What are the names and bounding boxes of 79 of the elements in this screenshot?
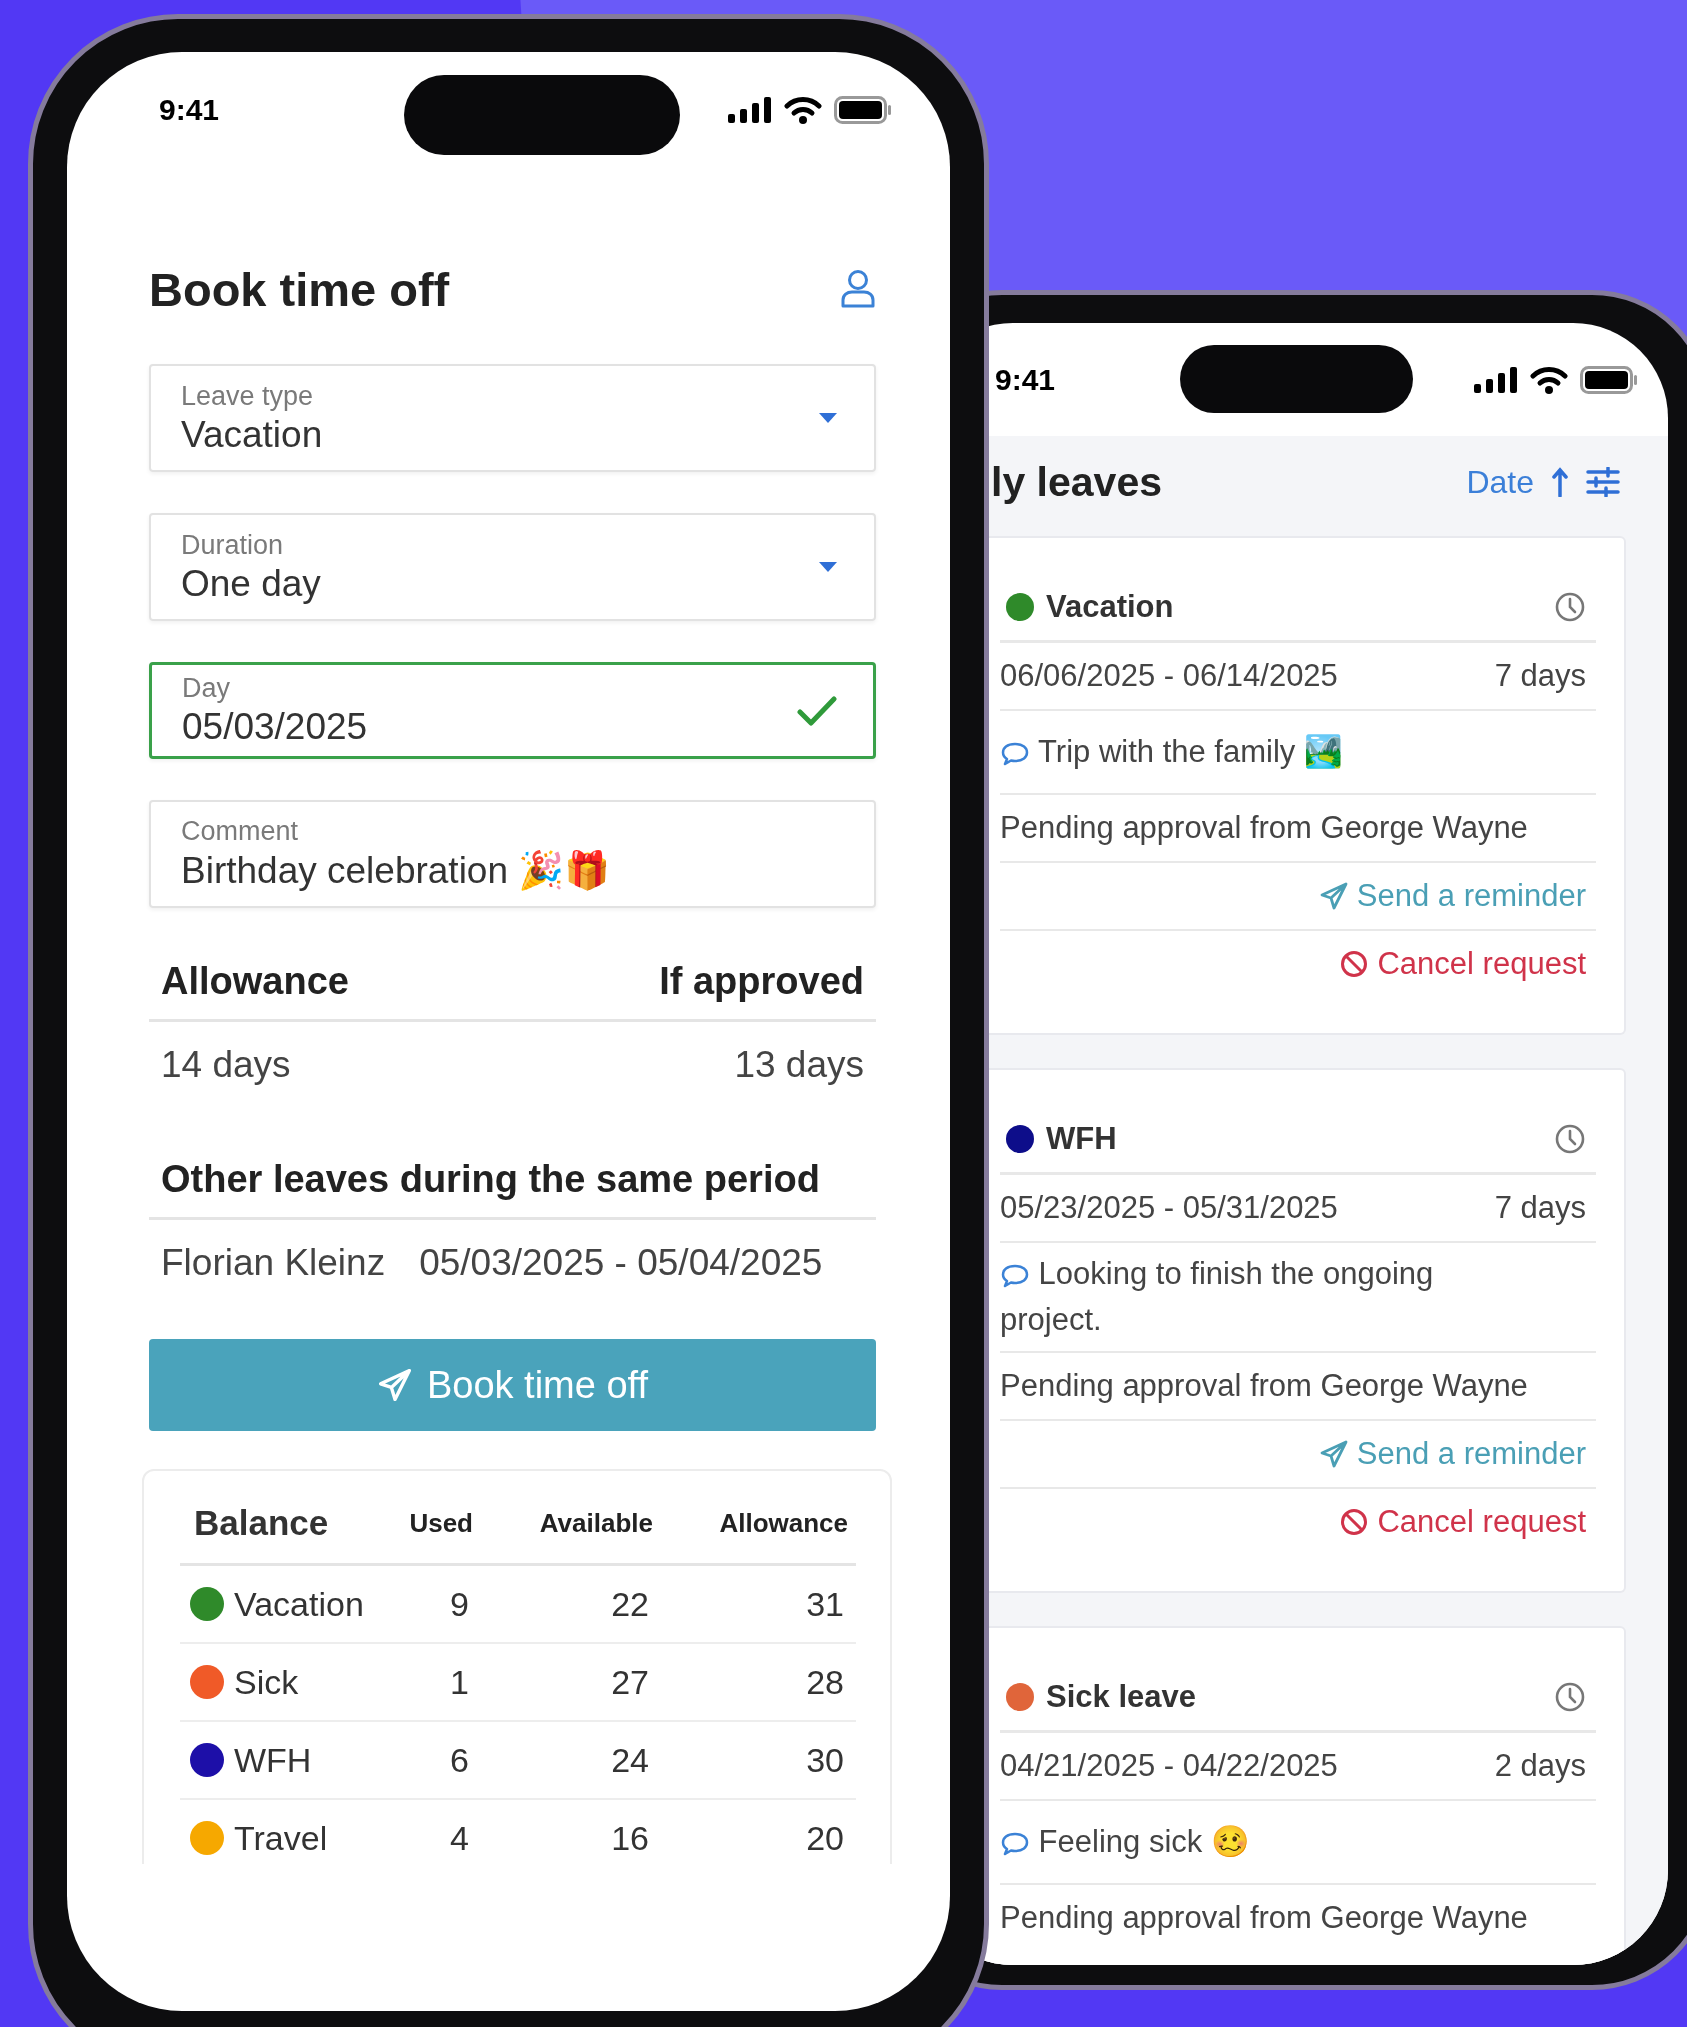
leave-duration: 7 days <box>1494 1190 1586 1226</box>
status-time: 9:41 <box>159 92 220 127</box>
cancel-link[interactable]: Cancel request <box>1339 1504 1586 1540</box>
clock-icon <box>1554 1681 1586 1713</box>
prohibited-icon <box>1339 949 1370 979</box>
column-header: Balance <box>193 1503 330 1543</box>
table-cell-text: 20 <box>805 1818 845 1858</box>
approval-status: Pending approval from George Wayne <box>1000 810 1528 846</box>
paper-plane-icon <box>376 1367 413 1403</box>
table-cell: 05/03/2025 - 05/04/2025 <box>419 1242 823 1284</box>
filter-icon[interactable] <box>1586 467 1620 497</box>
leave-comment: Trip with the family 🏞 <box>1000 729 1343 775</box>
speech-bubble-icon <box>1000 1262 1030 1289</box>
leave-comment: Looking to finish the ongoing project. <box>1000 1255 1435 1339</box>
sort-button[interactable]: Date <box>1466 463 1534 501</box>
battery-icon <box>1580 365 1638 394</box>
caret-down-icon <box>818 412 838 424</box>
leave-comment: Feeling sick 🥴 <box>1000 1819 1250 1865</box>
table-cell-text: 4 <box>449 1818 470 1858</box>
clock-icon <box>1554 1123 1586 1155</box>
clock-icon <box>1554 591 1586 623</box>
wifi-icon <box>1530 365 1568 394</box>
leave-duration: 2 days <box>1494 1748 1586 1784</box>
leave-type: Sick <box>234 1662 299 1702</box>
wifi-icon <box>784 95 822 124</box>
table-cell-text: 28 <box>805 1662 845 1702</box>
table-cell-text: 16 <box>610 1818 650 1858</box>
signal-icon <box>1474 366 1518 393</box>
text-field[interactable]: Comment Birthday celebration 🎉🎁 <box>149 800 876 908</box>
signal-icon <box>728 96 772 123</box>
approval-status: Pending approval from George Wayne <box>1000 1900 1528 1936</box>
paper-plane-icon <box>1318 1439 1349 1469</box>
table-cell-text: 31 <box>805 1584 845 1624</box>
screen-title: ly leaves <box>991 458 1162 506</box>
leave-type: Vacation <box>234 1584 364 1624</box>
column-header: Available <box>538 1507 654 1539</box>
cancel-link[interactable]: Cancel request <box>1339 946 1586 982</box>
approval-status: Pending approval from George Wayne <box>1000 1368 1528 1404</box>
table-cell-text: 22 <box>610 1584 650 1624</box>
leave-type: Travel <box>234 1818 328 1858</box>
leave-period: 04/21/2025 - 04/22/2025 <box>1000 1748 1338 1784</box>
speech-bubble-icon <box>1000 740 1030 767</box>
battery-icon <box>834 95 892 124</box>
leave-period: 05/23/2025 - 05/31/2025 <box>1000 1190 1338 1226</box>
status-time: 9:41 <box>995 362 1056 397</box>
screen-title: Book time off <box>149 261 450 317</box>
date-field[interactable]: Day 05/03/2025 <box>149 662 876 759</box>
table-cell-text: 9 <box>449 1584 470 1624</box>
table-cell: 14 days <box>161 1044 291 1086</box>
column-header: Used <box>408 1507 474 1539</box>
leave-type: Vacation <box>1046 589 1174 625</box>
table-cell-text: 1 <box>449 1662 470 1702</box>
leave-duration: 7 days <box>1494 658 1586 694</box>
arrow-up-icon[interactable] <box>1552 467 1568 497</box>
caret-down-icon <box>818 561 838 573</box>
book-button[interactable]: Book time off <box>149 1339 876 1431</box>
table-cell: 13 days <box>734 1044 864 1086</box>
paper-plane-icon <box>1318 881 1349 911</box>
reminder-link[interactable]: Send a reminder <box>1318 1436 1586 1472</box>
dropdown-field[interactable]: Leave type Vacation <box>149 364 876 472</box>
leave-type: WFH <box>1046 1121 1117 1157</box>
table-cell-text: 24 <box>610 1740 650 1780</box>
leave-type: WFH <box>234 1740 312 1780</box>
dropdown-field[interactable]: Duration One day <box>149 513 876 621</box>
table-cell-text: 30 <box>805 1740 845 1780</box>
column-header: Allowance <box>718 1507 849 1539</box>
user-icon[interactable] <box>840 269 876 309</box>
section-title: Other leaves during the same period <box>161 1158 820 1200</box>
checkmark-icon <box>797 694 837 727</box>
table-cell-text: 27 <box>610 1662 650 1702</box>
column-header: If approved <box>659 960 864 1003</box>
leave-period: 06/06/2025 - 06/14/2025 <box>1000 658 1338 694</box>
table-cell: Florian Kleinz <box>161 1242 386 1284</box>
prohibited-icon <box>1339 1507 1370 1537</box>
speech-bubble-icon <box>1000 1830 1030 1857</box>
column-header: Allowance <box>161 960 349 1003</box>
table-cell-text: 6 <box>449 1740 470 1780</box>
reminder-link[interactable]: Send a reminder <box>1318 878 1586 914</box>
leave-type: Sick leave <box>1046 1679 1196 1715</box>
